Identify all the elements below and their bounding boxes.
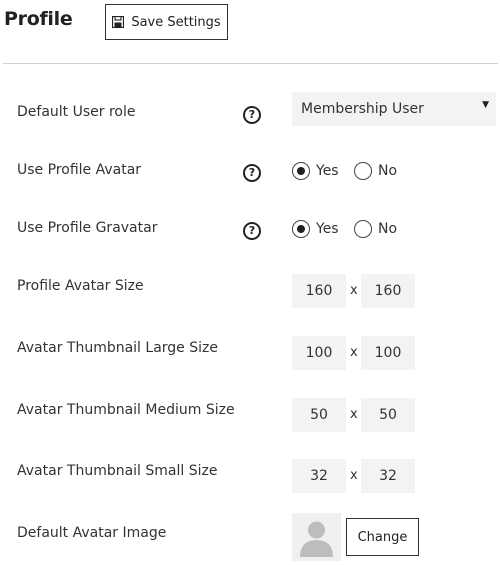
thumb-large-height-input[interactable]: [361, 336, 415, 370]
thumb-medium-width-input[interactable]: [292, 398, 346, 432]
radio-unselected-icon: [354, 162, 372, 180]
profile-avatar-no-radio[interactable]: No: [354, 162, 397, 180]
radio-selected-icon: [292, 220, 310, 238]
thumb-large-size-label: Avatar Thumbnail Large Size: [17, 340, 218, 356]
radio-label: Yes: [316, 221, 339, 237]
default-avatar-image-label: Default Avatar Image: [17, 525, 167, 541]
times-separator: x: [350, 468, 358, 483]
profile-gravatar-yes-radio[interactable]: Yes: [292, 220, 339, 238]
use-profile-gravatar-label: Use Profile Gravatar: [17, 220, 158, 236]
thumb-medium-height-input[interactable]: [361, 398, 415, 432]
thumb-large-width-input[interactable]: [292, 336, 346, 370]
save-settings-label: Save Settings: [131, 14, 221, 30]
radio-selected-icon: [292, 162, 310, 180]
help-icon[interactable]: ?: [243, 106, 261, 124]
radio-label: No: [378, 163, 398, 179]
times-separator: x: [350, 345, 358, 360]
profile-avatar-height-input[interactable]: [361, 274, 415, 308]
times-separator: x: [350, 407, 358, 422]
default-user-role-label: Default User role: [17, 104, 136, 120]
profile-gravatar-no-radio[interactable]: No: [354, 220, 397, 238]
change-avatar-button[interactable]: Change: [346, 518, 419, 556]
profile-avatar-size-label: Profile Avatar Size: [17, 278, 144, 294]
change-avatar-label: Change: [357, 529, 408, 545]
profile-avatar-width-input[interactable]: [292, 274, 346, 308]
times-separator: x: [350, 283, 358, 298]
floppy-disk-icon: [112, 16, 125, 28]
thumb-medium-size-label: Avatar Thumbnail Medium Size: [17, 402, 235, 418]
profile-avatar-yes-radio[interactable]: Yes: [292, 162, 339, 180]
header-divider: [3, 63, 498, 64]
thumb-small-height-input[interactable]: [361, 459, 415, 493]
page-title: Profile: [4, 8, 73, 30]
default-avatar-preview: [292, 513, 341, 561]
thumb-small-width-input[interactable]: [292, 459, 346, 493]
radio-label: No: [378, 221, 398, 237]
thumb-small-size-label: Avatar Thumbnail Small Size: [17, 463, 218, 479]
save-settings-button[interactable]: Save Settings: [105, 4, 228, 40]
radio-unselected-icon: [354, 220, 372, 238]
help-icon[interactable]: ?: [243, 164, 261, 182]
use-profile-avatar-label: Use Profile Avatar: [17, 162, 142, 178]
default-user-role-select[interactable]: Membership User ▼: [292, 92, 496, 126]
radio-label: Yes: [316, 163, 339, 179]
user-silhouette-icon: [300, 521, 333, 557]
default-user-role-value: Membership User: [301, 101, 424, 117]
dropdown-arrow-icon: ▼: [482, 100, 489, 110]
help-icon[interactable]: ?: [243, 222, 261, 240]
